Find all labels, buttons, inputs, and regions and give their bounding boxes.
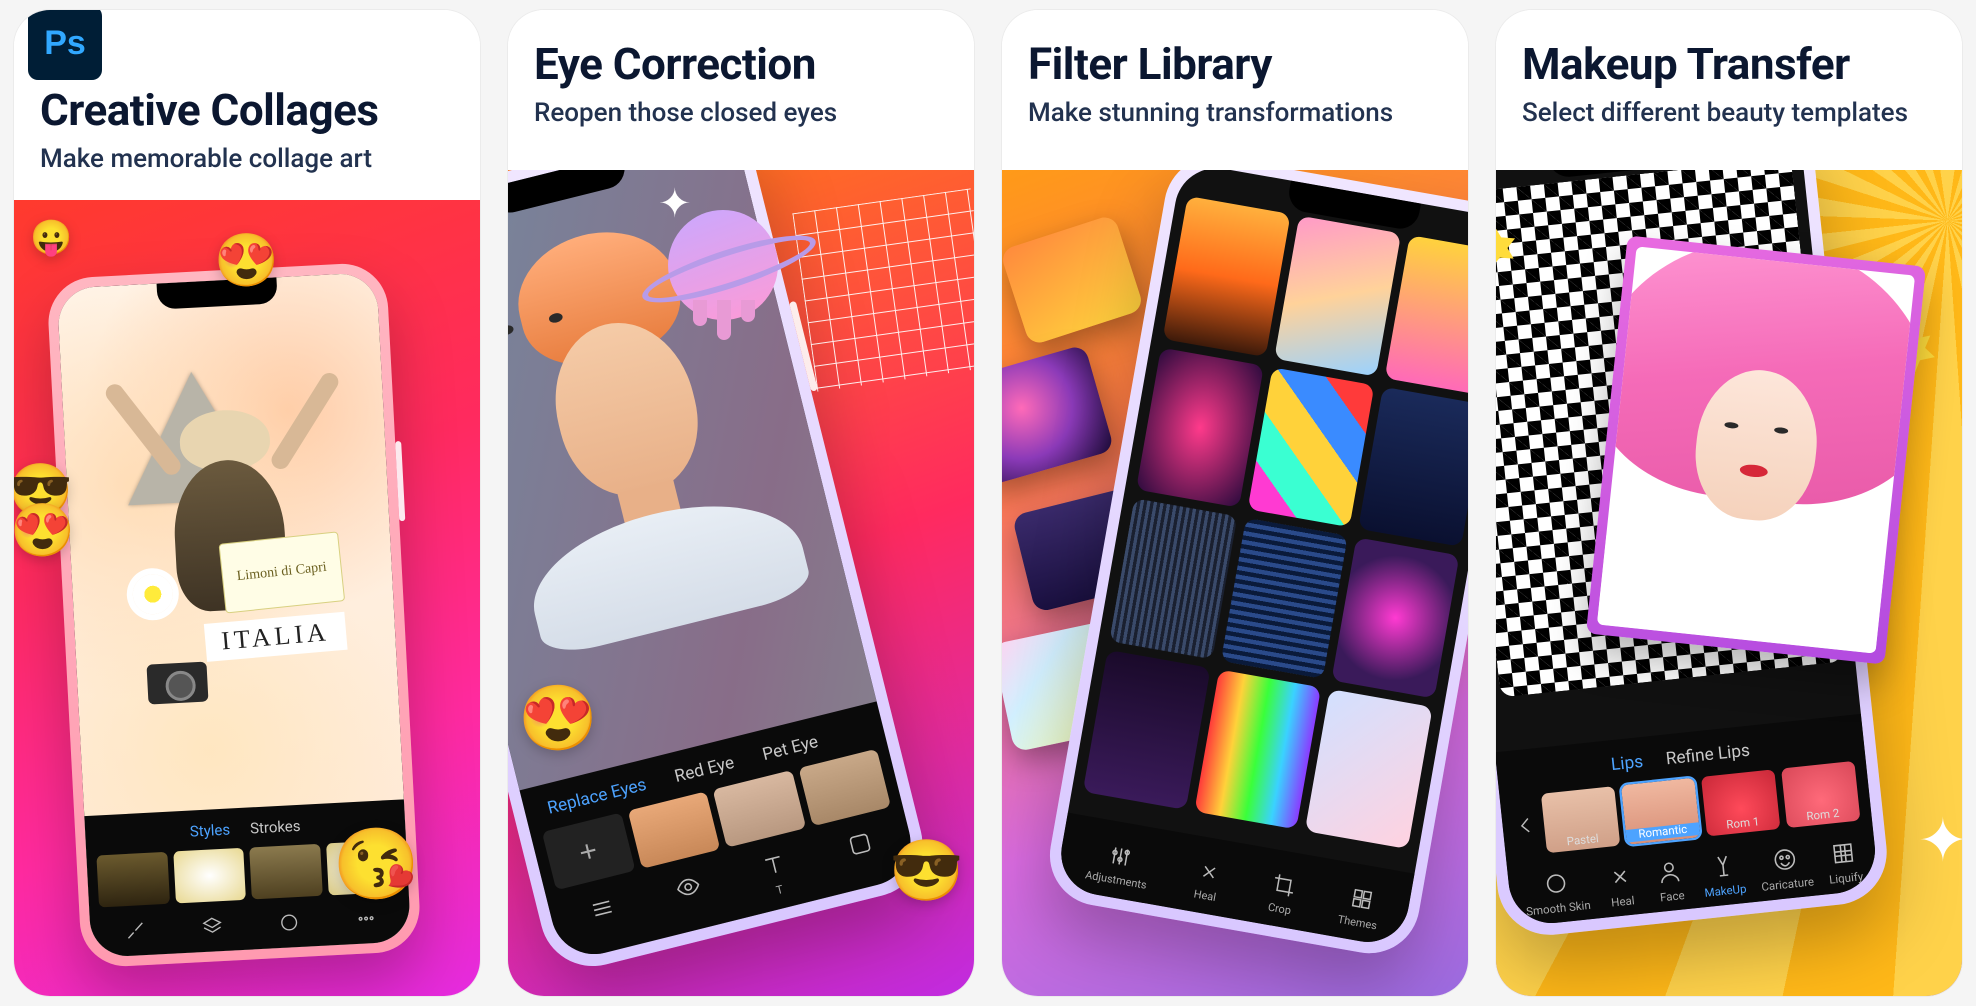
tool-themes[interactable]: Themes bbox=[1337, 879, 1384, 932]
tab-styles[interactable]: Styles bbox=[189, 821, 230, 841]
filter-cell[interactable] bbox=[1385, 235, 1468, 396]
emoji-sunglasses-icon: 😎 bbox=[889, 835, 964, 906]
filter-cell[interactable] bbox=[1083, 649, 1211, 810]
card-title: Filter Library bbox=[1028, 40, 1442, 88]
screenshot-card-eye-correction: Eye Correction Reopen those closed eyes … bbox=[508, 10, 974, 996]
emoji-kiss-icon: 😘 bbox=[333, 824, 420, 906]
tool-heal[interactable]: Heal bbox=[1601, 858, 1640, 911]
makeup-thumb-romantic[interactable]: Romantic bbox=[1621, 778, 1700, 845]
filter-tile bbox=[1002, 214, 1145, 346]
tool-selective[interactable] bbox=[581, 888, 626, 944]
star-icon bbox=[1496, 226, 1516, 258]
filter-grid bbox=[1083, 196, 1468, 849]
tab-strokes[interactable]: Strokes bbox=[250, 817, 301, 838]
card-title: Creative Collages bbox=[40, 86, 454, 134]
style-thumb[interactable] bbox=[173, 848, 246, 904]
tab-refine-lips[interactable]: Refine Lips bbox=[1665, 740, 1751, 769]
layers-icon[interactable] bbox=[196, 911, 228, 943]
photoshop-logo-icon: Ps bbox=[28, 10, 102, 80]
brush-icon[interactable] bbox=[119, 915, 151, 947]
card-title: Eye Correction bbox=[534, 40, 948, 88]
card-body: ✦ 😍 😎 bbox=[508, 170, 974, 996]
emoji-heart-eyes-icon: 😍 bbox=[214, 230, 279, 291]
sparkle-icon: ✦ bbox=[658, 180, 692, 227]
limoni-label: Limoni di Capri bbox=[219, 531, 346, 613]
makeup-portrait bbox=[1597, 246, 1915, 653]
screenshot-card-creative-collages: Ps Creative Collages Make memorable coll… bbox=[14, 10, 480, 996]
phone-side-button bbox=[395, 441, 405, 521]
makeup-thumb-rom1[interactable]: Rom 1 bbox=[1701, 769, 1780, 836]
filter-cell[interactable] bbox=[1247, 367, 1375, 528]
card-body: Adjustments Heal Crop Themes bbox=[1002, 170, 1468, 996]
card-header: Eye Correction Reopen those closed eyes bbox=[508, 10, 974, 170]
tool-smooth-skin[interactable]: Smooth Skin bbox=[1522, 863, 1592, 919]
filter-cell[interactable] bbox=[1136, 347, 1264, 508]
style-thumb[interactable] bbox=[96, 852, 169, 908]
filter-cell[interactable] bbox=[1163, 196, 1291, 357]
makeup-thumb-pastel[interactable]: Pastel bbox=[1541, 786, 1620, 853]
grid-decoration bbox=[792, 188, 974, 391]
planet-sticker-icon bbox=[668, 210, 778, 320]
emoji-heart-eyes-icon: 😍 bbox=[14, 500, 75, 561]
filter-cell[interactable] bbox=[1274, 216, 1402, 377]
camera-icon bbox=[146, 662, 208, 705]
adjust-icon[interactable] bbox=[273, 907, 305, 939]
card-title: Makeup Transfer bbox=[1522, 40, 1936, 88]
screenshot-gallery: Ps Creative Collages Make memorable coll… bbox=[0, 0, 1976, 1006]
more-icon[interactable] bbox=[350, 903, 382, 935]
screenshot-card-makeup-transfer: Makeup Transfer Select different beauty … bbox=[1496, 10, 1962, 996]
emoji-heart-eyes-icon: 😍 bbox=[518, 681, 598, 756]
tool-adjustments[interactable]: Adjustments bbox=[1084, 835, 1153, 892]
tool-eyes[interactable] bbox=[667, 866, 712, 922]
makeup-portrait-frame bbox=[1586, 235, 1926, 664]
photoshop-logo-text: Ps bbox=[44, 24, 86, 63]
card-subtitle: Reopen those closed eyes bbox=[534, 98, 948, 128]
card-body: ✦ Lips Refine Lips Pastel bbox=[1496, 170, 1962, 996]
tool-heal[interactable]: Heal bbox=[1187, 853, 1228, 905]
filter-cell[interactable] bbox=[1305, 689, 1433, 850]
editor-toolbar: Lips Refine Lips Pastel Romantic Rom 1 R… bbox=[1496, 714, 1879, 927]
card-body: 😛 😍 😎 😍 😘 Limoni di Capri bbox=[14, 200, 480, 996]
tab-pet-eye[interactable]: Pet Eye bbox=[760, 731, 820, 765]
filter-cell[interactable] bbox=[1332, 537, 1460, 698]
filter-cell[interactable] bbox=[1194, 669, 1322, 830]
screenshot-card-filter-library: Filter Library Make stunning transformat… bbox=[1002, 10, 1468, 996]
tool-crop[interactable]: Crop bbox=[1262, 866, 1303, 918]
sparkle-icon: ✦ bbox=[1918, 805, 1962, 876]
makeup-thumb-rom2[interactable]: Rom 2 bbox=[1781, 761, 1860, 828]
filter-cell[interactable] bbox=[1221, 518, 1349, 679]
tab-red-eye[interactable]: Red Eye bbox=[672, 752, 736, 787]
card-subtitle: Make stunning transformations bbox=[1028, 98, 1442, 128]
style-thumb[interactable] bbox=[249, 844, 322, 900]
tool-face[interactable]: Face bbox=[1651, 853, 1690, 906]
card-subtitle: Select different beauty templates bbox=[1522, 98, 1936, 128]
filter-cell[interactable] bbox=[1358, 386, 1468, 547]
tool-caricature[interactable]: Caricature bbox=[1757, 840, 1815, 895]
card-subtitle: Make memorable collage art bbox=[40, 144, 454, 174]
tool-liquify[interactable]: Liquify bbox=[1825, 834, 1864, 887]
tool-stickers[interactable] bbox=[839, 823, 884, 879]
chevron-left-icon[interactable] bbox=[1512, 807, 1538, 844]
tab-lips[interactable]: Lips bbox=[1610, 751, 1644, 775]
emoji-tongue-icon: 😛 bbox=[30, 218, 72, 258]
card-header: Makeup Transfer Select different beauty … bbox=[1496, 10, 1962, 170]
tool-text[interactable]: T bbox=[753, 845, 798, 901]
filter-tile bbox=[1002, 344, 1115, 486]
card-header: Filter Library Make stunning transformat… bbox=[1002, 10, 1468, 170]
filter-cell[interactable] bbox=[1109, 498, 1237, 659]
tool-makeup[interactable]: MakeUp bbox=[1700, 847, 1747, 901]
